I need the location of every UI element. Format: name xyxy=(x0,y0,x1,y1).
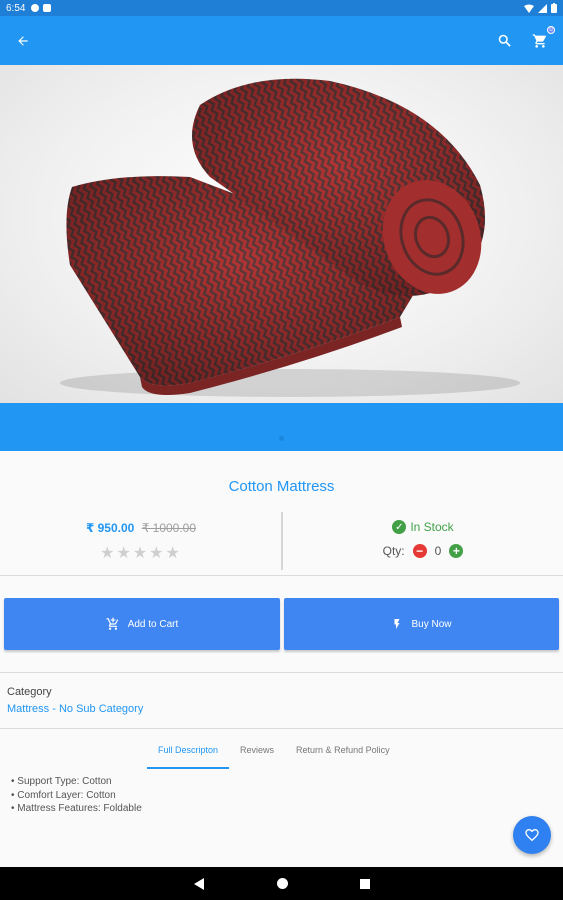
price-stock-row: ₹ 950.00 ₹ 1000.00 ★★★★★ ✓ In Stock Qty:… xyxy=(0,512,563,574)
nav-home-button[interactable] xyxy=(276,878,288,889)
category-link[interactable]: Mattress - No Sub Category xyxy=(7,703,143,715)
nav-back-button[interactable] xyxy=(193,877,205,890)
arrow-left-icon xyxy=(18,35,28,46)
quantity-stepper: Qty: − 0 + xyxy=(283,544,563,558)
app-bar: 0 xyxy=(0,16,563,65)
nav-recents-button[interactable] xyxy=(359,878,370,889)
divider xyxy=(0,575,563,576)
pager-dot[interactable] xyxy=(279,436,284,441)
rating-stars: ★★★★★ xyxy=(100,545,182,562)
category-label: Category xyxy=(7,686,52,698)
status-time: 6:54 xyxy=(6,2,26,14)
tab-reviews[interactable]: Reviews xyxy=(229,738,285,769)
old-price: ₹ 1000.00 xyxy=(141,521,197,535)
buy-now-button[interactable]: Buy Now xyxy=(284,598,559,650)
qty-value: 0 xyxy=(434,544,442,558)
list-item: • Mattress Features: Foldable xyxy=(11,803,142,814)
divider xyxy=(0,672,563,673)
status-icons xyxy=(524,3,557,13)
cart-badge: 0 xyxy=(547,25,555,34)
circle-home-icon xyxy=(276,878,288,889)
list-item: • Support Type: Cotton xyxy=(11,776,112,787)
description-list: • Support Type: Cotton • Comfort Layer: … xyxy=(11,775,142,816)
description-tabs: Full Descripton Reviews Return & Refund … xyxy=(147,738,401,769)
battery-icon xyxy=(551,3,557,13)
price-section: ₹ 950.00 ₹ 1000.00 ★★★★★ xyxy=(0,512,282,574)
product-image[interactable] xyxy=(0,65,563,403)
square-recents-icon xyxy=(359,878,370,889)
signal-icon xyxy=(538,3,547,13)
list-item: • Comfort Layer: Cotton xyxy=(11,789,116,801)
cart-icon xyxy=(532,33,546,48)
qty-increase-button[interactable]: + xyxy=(449,544,464,558)
qty-decrease-button[interactable]: − xyxy=(412,544,427,558)
stock-section: ✓ In Stock Qty: − 0 + xyxy=(283,512,563,574)
heart-icon xyxy=(525,829,539,842)
qty-label: Qty: xyxy=(382,544,405,558)
notification-icon-2 xyxy=(43,4,52,12)
divider xyxy=(0,728,563,729)
cart-plus-icon xyxy=(106,617,119,630)
status-bar: 6:54 xyxy=(0,0,563,16)
stock-status: ✓ In Stock xyxy=(283,520,563,534)
add-to-cart-button[interactable]: Add to Cart xyxy=(4,598,280,650)
search-button[interactable] xyxy=(493,30,515,52)
system-nav-bar xyxy=(0,867,563,900)
product-title: Cotton Mattress xyxy=(228,478,335,495)
add-to-cart-label: Add to Cart xyxy=(127,618,179,630)
notification-icon xyxy=(31,4,40,12)
tab-return-refund-policy[interactable]: Return & Refund Policy xyxy=(285,738,401,769)
back-button[interactable] xyxy=(12,30,34,52)
price: ₹ 950.00 xyxy=(85,521,135,535)
image-pager xyxy=(0,403,563,451)
cart-button[interactable]: 0 xyxy=(529,25,555,52)
wishlist-button[interactable] xyxy=(513,816,551,854)
triangle-back-icon xyxy=(193,877,204,890)
search-icon xyxy=(498,34,511,47)
wifi-icon xyxy=(524,4,534,13)
tab-full-description[interactable]: Full Descripton xyxy=(147,738,230,769)
check-circle-icon: ✓ xyxy=(392,520,407,534)
stock-label: In Stock xyxy=(410,520,454,534)
lightning-icon xyxy=(394,619,400,629)
mattress-image xyxy=(60,78,520,397)
buy-now-label: Buy Now xyxy=(411,618,452,630)
